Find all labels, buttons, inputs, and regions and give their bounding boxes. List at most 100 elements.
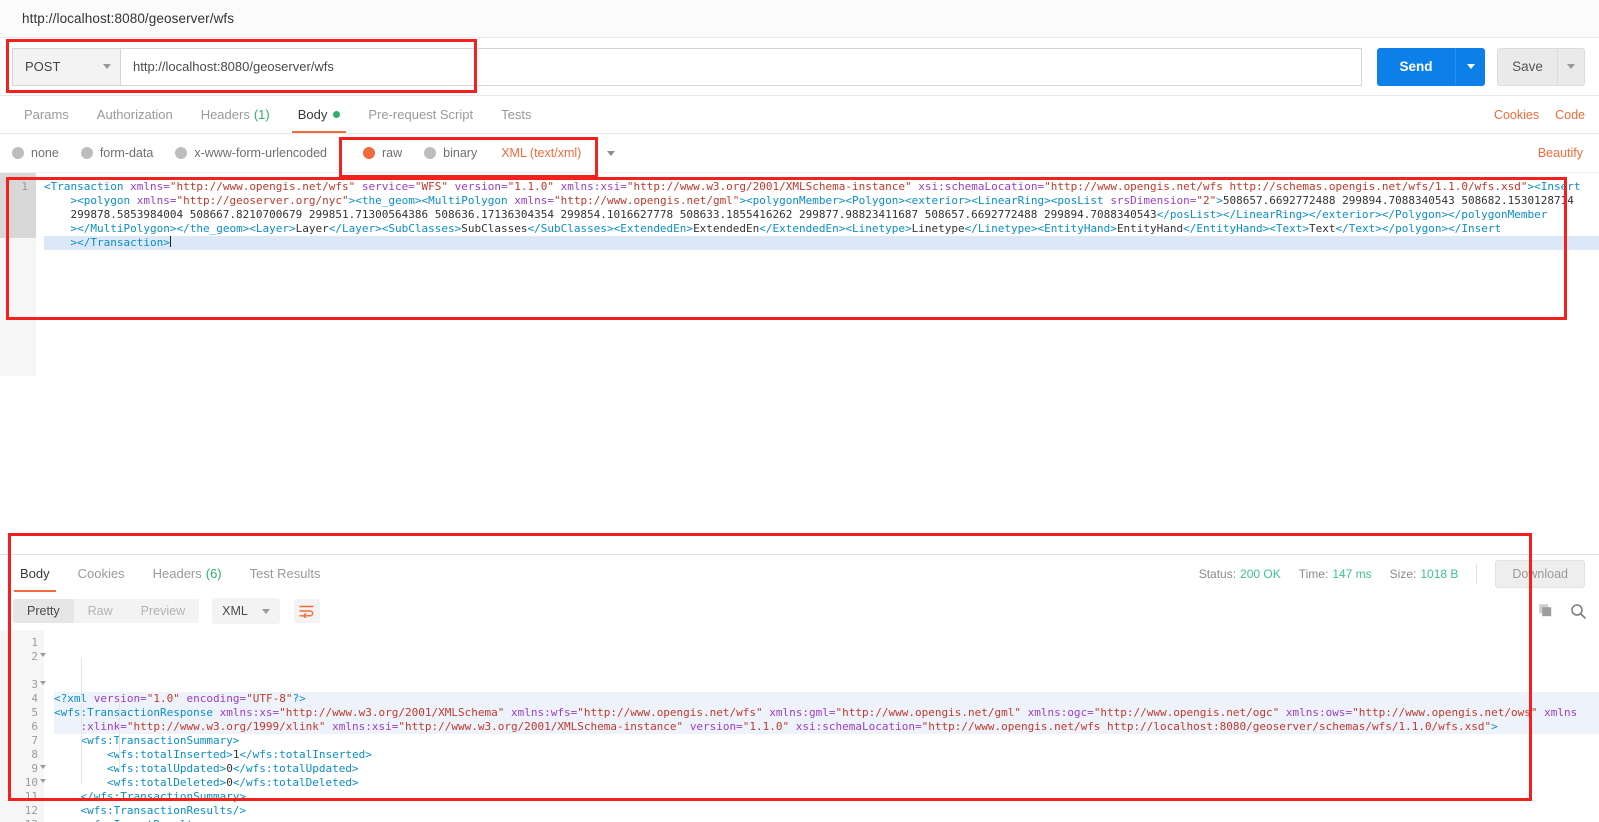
code-line: ></MultiPolygon></the_geom><Layer>Layer<…: [70, 222, 1502, 235]
body-mode-label: binary: [443, 146, 478, 160]
chevron-down-icon: [1466, 64, 1475, 69]
code-line: :xlink="http://www.w3.org/1999/xlink" xm…: [54, 720, 1599, 734]
tab-label: Params: [24, 107, 69, 122]
size-value: 1018 B: [1420, 566, 1459, 581]
radio-icon: [12, 147, 24, 159]
request-url-input[interactable]: http://localhost:8080/geoserver/wfs: [120, 47, 1362, 86]
copy-icon[interactable]: [1538, 603, 1554, 619]
body-mode-row: none form-data x-www-form-urlencoded raw…: [0, 134, 1599, 172]
request-code-content[interactable]: <Transaction xmlns="http://www.opengis.n…: [36, 173, 1599, 376]
beautify-link[interactable]: Beautify: [1538, 146, 1599, 160]
response-view-toolbar: Pretty Raw Preview XML: [0, 592, 1599, 630]
chevron-down-icon: [1567, 64, 1575, 69]
code-line: <wfs:totalDeleted>0</wfs:totalDeleted>: [54, 776, 359, 789]
response-code-content[interactable]: <?xml version="1.0" encoding="UTF-8"?> <w…: [44, 630, 1599, 822]
tab-label: Headers: [200, 107, 250, 122]
body-mode-raw[interactable]: raw: [363, 146, 402, 160]
body-mode-label: form-data: [99, 146, 154, 160]
code-line: <wfs:TransactionSummary>: [54, 734, 240, 747]
chevron-down-icon: [607, 150, 616, 156]
line-number: 8: [31, 748, 38, 761]
line-number: 1: [21, 180, 28, 193]
view-mode-raw[interactable]: Raw: [73, 599, 127, 623]
response-format-select[interactable]: XML: [212, 598, 280, 624]
response-tab-body[interactable]: Body: [6, 555, 64, 592]
request-url-row: POST http://localhost:8080/geoserver/wfs…: [0, 38, 1599, 96]
http-method-value: POST: [25, 59, 61, 74]
download-button[interactable]: Download: [1495, 559, 1585, 588]
chevron-down-icon: [103, 64, 111, 69]
time-label: Time:: [1298, 566, 1329, 581]
tab-params[interactable]: Params: [10, 96, 83, 133]
body-mode-label: none: [31, 146, 59, 160]
response-toolbar-actions: [1538, 603, 1599, 620]
tab-headers[interactable]: Headers (1): [187, 96, 284, 133]
view-mode-pretty[interactable]: Pretty: [13, 599, 74, 623]
line-number: 2: [0, 650, 46, 664]
tab-body[interactable]: Body: [284, 96, 355, 133]
response-view-mode-group: Pretty Raw Preview: [12, 598, 200, 624]
tab-label: Headers: [152, 566, 202, 581]
size-label: Size:: [1389, 566, 1417, 581]
body-mode-label: x-www-form-urlencoded: [194, 146, 327, 160]
body-mode-binary[interactable]: binary: [424, 146, 477, 160]
response-tab-headers[interactable]: Headers (6): [139, 555, 236, 592]
save-button-group: Save: [1497, 47, 1585, 86]
cookies-link[interactable]: Cookies: [1494, 108, 1539, 122]
request-body-editor[interactable]: 1 <Transaction xmlns="http://www.opengis…: [0, 172, 1599, 376]
response-tab-bar: Body Cookies Headers (6) Test Results St…: [0, 554, 1599, 592]
tab-label: Tests: [501, 107, 532, 122]
postman-window: http://localhost:8080/geoserver/wfs POST…: [0, 0, 1599, 822]
send-button[interactable]: Send: [1377, 47, 1455, 86]
line-number: 12: [24, 804, 38, 817]
request-editor-gutter: 1: [0, 173, 36, 238]
time-value: 147 ms: [1332, 566, 1372, 581]
tab-tests[interactable]: Tests: [487, 96, 545, 133]
save-options-button[interactable]: [1557, 47, 1585, 86]
response-editor-gutter: 1234567891011121314: [0, 630, 46, 822]
radio-icon: [175, 147, 188, 159]
wrap-lines-icon[interactable]: [293, 599, 320, 623]
view-mode-preview[interactable]: Preview: [126, 599, 200, 623]
tab-pre-request-script[interactable]: Pre-request Script: [354, 96, 487, 133]
tab-label: Body: [297, 107, 328, 122]
line-number: 3: [0, 678, 46, 692]
code-line: <wfs:TransactionResponse xmlns:xs="http:…: [54, 706, 1599, 720]
size-badge: Size: 1018 B: [1390, 567, 1459, 581]
code-line: <wfs:InsertResults>: [54, 818, 1599, 822]
tab-label: Authorization: [96, 107, 173, 122]
code-line: <wfs:TransactionResults/>: [54, 804, 247, 817]
tab-authorization[interactable]: Authorization: [83, 96, 187, 133]
divider: [1476, 563, 1478, 584]
content-type-select[interactable]: XML (text/xml): [501, 146, 616, 160]
code-line: <Transaction xmlns="http://www.opengis.n…: [44, 180, 1581, 193]
request-tab-bar: Params Authorization Headers (1) Body Pr…: [0, 96, 1599, 134]
code-line: <wfs:totalUpdated>0</wfs:totalUpdated>: [54, 762, 359, 775]
tab-label: Test Results: [249, 566, 321, 581]
code-line: ><polygon xmlns="http://geoserver.org/ny…: [70, 194, 1574, 207]
line-number: 9: [0, 762, 46, 776]
code-link[interactable]: Code: [1555, 108, 1585, 122]
line-number: 1: [31, 636, 38, 649]
code-line: <?xml version="1.0" encoding="UTF-8"?>: [54, 692, 1599, 706]
request-title-bar: http://localhost:8080/geoserver/wfs: [0, 0, 1599, 38]
body-present-dot-icon: [333, 111, 341, 118]
send-options-button[interactable]: [1455, 47, 1485, 86]
body-mode-none[interactable]: none: [12, 146, 59, 160]
body-mode-urlencoded[interactable]: x-www-form-urlencoded: [175, 146, 327, 160]
response-tab-cookies[interactable]: Cookies: [64, 555, 139, 592]
search-icon[interactable]: [1570, 603, 1587, 620]
content-type-value: XML (text/xml): [501, 146, 582, 160]
code-line: 299878.5853984004 508667.8210700679 2998…: [44, 208, 1548, 221]
line-number: [0, 664, 38, 678]
response-body-editor[interactable]: 1234567891011121314 <?xml version="1.0" …: [0, 630, 1599, 822]
line-number: 7: [31, 734, 38, 747]
line-number: 11: [24, 790, 38, 803]
body-mode-form-data[interactable]: form-data: [80, 146, 154, 160]
response-tab-test-results[interactable]: Test Results: [236, 555, 335, 592]
http-method-select[interactable]: POST: [12, 47, 120, 86]
line-number: 5: [31, 706, 38, 719]
save-button[interactable]: Save: [1497, 47, 1557, 86]
status-badge: Status: 200 OK: [1199, 567, 1281, 581]
send-button-group: Send: [1377, 47, 1485, 86]
